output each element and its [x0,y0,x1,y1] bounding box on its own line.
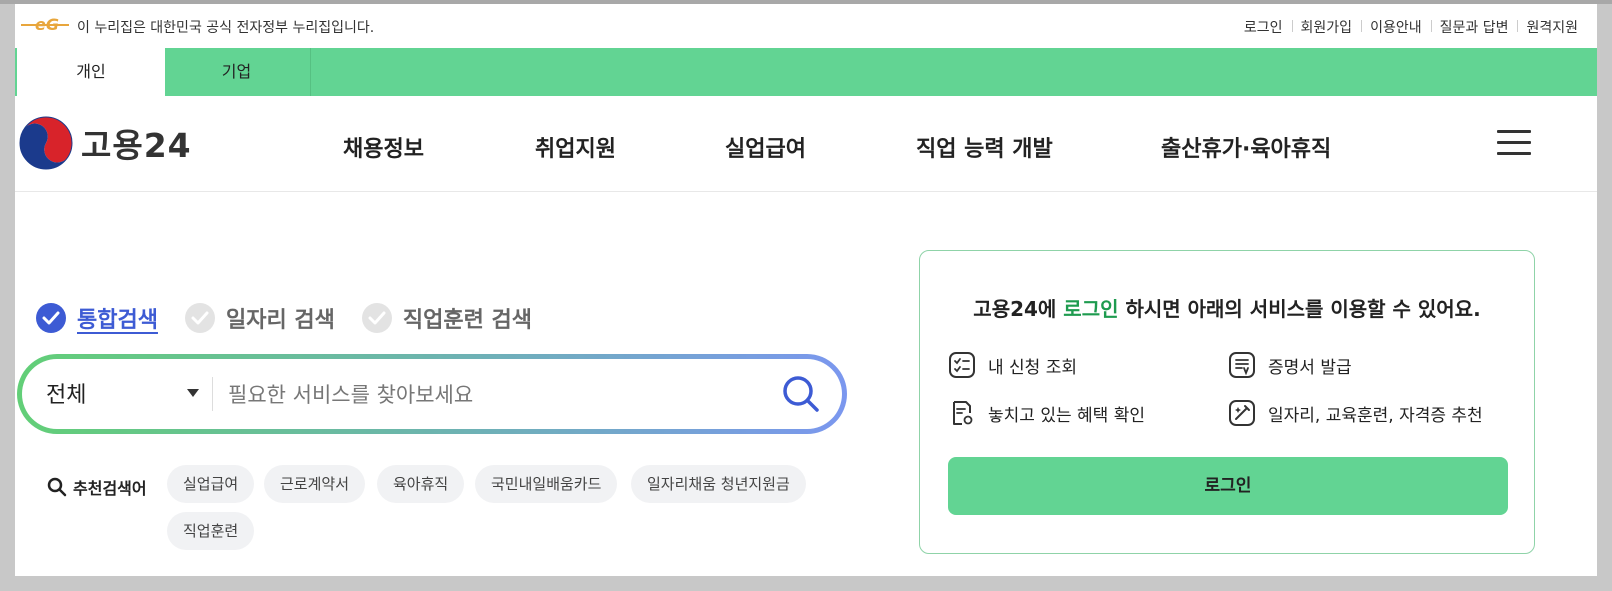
login-panel: 고용24에 로그인 하시면 아래의 서비스를 이용할 수 있어요. 내 신청 조… [919,250,1535,554]
checklist-icon [949,352,975,378]
magic-wand-icon [1229,400,1255,426]
keyword-chip[interactable]: 육아휴직 [377,465,465,503]
nav-item-unemployment-benefit[interactable]: 실업급여 [725,131,806,163]
search-type-selector: 통합검색 일자리 검색 직업훈련 검색 [35,302,558,334]
tab-business[interactable]: 기업 [163,48,311,96]
utility-links: 로그인 회원가입 이용안내 질문과 답변 원격지원 [1235,17,1587,37]
search-category-select[interactable]: 전체 [46,377,86,409]
check-circle-icon [36,303,66,333]
check-circle-icon [361,303,392,333]
keyword-chip[interactable]: 국민내일배움카드 [475,465,618,503]
nav-item-parental-leave[interactable]: 출산휴가·육아휴직 [1161,131,1331,163]
keyword-chip[interactable]: 일자리채움 청년지원금 [631,465,806,503]
util-link-guide[interactable]: 이용안내 [1361,17,1431,37]
search-box-inner: 전체 [22,359,842,429]
service-certificate-issue[interactable]: 증명서 발급 [1228,351,1352,379]
search-type-jobs[interactable]: 일자리 검색 [184,302,335,334]
search-icon[interactable] [780,373,822,415]
caret-down-icon[interactable] [187,389,199,397]
util-link-login[interactable]: 로그인 [1235,17,1292,37]
page: eG 이 누리집은 대한민국 공식 전자정부 누리집입니다. 로그인 회원가입 … [15,4,1597,576]
main-nav: 채용정보 취업지원 실업급여 직업 능력 개발 출산휴가·육아휴직 [15,96,1597,192]
util-link-qna[interactable]: 질문과 답변 [1430,17,1518,37]
login-highlight: 로그인 [1063,297,1119,321]
util-link-remote-support[interactable]: 원격지원 [1517,17,1587,37]
keyword-chip[interactable]: 실업급여 [167,465,255,503]
search-box: 전체 [17,354,847,434]
nav-item-employment-support[interactable]: 취업지원 [535,131,616,163]
tab-personal[interactable]: 개인 [17,48,165,96]
search-type-training[interactable]: 직업훈련 검색 [361,302,532,334]
service-missed-benefits[interactable]: 놓치고 있는 혜택 확인 [948,399,1145,427]
nav-item-skills-development[interactable]: 직업 능력 개발 [916,131,1053,163]
hamburger-menu-icon[interactable] [1497,130,1531,156]
login-button[interactable]: 로그인 [948,457,1508,515]
gov-notice: 이 누리집은 대한민국 공식 전자정부 누리집입니다. [77,20,375,36]
egov-logo-icon: eG [21,15,69,34]
certificate-icon [1229,352,1255,378]
login-panel-message: 고용24에 로그인 하시면 아래의 서비스를 이용할 수 있어요. [973,297,1481,321]
search-input[interactable] [228,373,748,417]
document-search-icon [953,401,973,425]
service-my-applications[interactable]: 내 신청 조회 [948,351,1077,379]
recommended-keywords-label: 추천검색어 [47,475,147,499]
site-header: 고용24 채용정보 취업지원 실업급여 직업 능력 개발 출산휴가·육아휴직 [15,96,1597,192]
util-link-signup[interactable]: 회원가입 [1291,17,1362,37]
gov-banner: eG 이 누리집은 대한민국 공식 전자정부 누리집입니다. 로그인 회원가입 … [15,4,1597,48]
search-divider [212,377,213,411]
nav-item-jobs[interactable]: 채용정보 [343,131,424,163]
user-type-tabs: 개인 기업 [15,48,1597,96]
check-circle-icon [184,303,215,333]
svg-text:eG: eG [35,15,59,34]
keyword-chip[interactable]: 직업훈련 [167,512,255,550]
service-recommendations[interactable]: 일자리, 교육훈련, 자격증 추천 [1228,399,1483,427]
magnifier-icon [47,477,67,497]
search-type-integrated[interactable]: 통합검색 [35,302,158,334]
keyword-chip[interactable]: 근로계약서 [264,465,366,503]
